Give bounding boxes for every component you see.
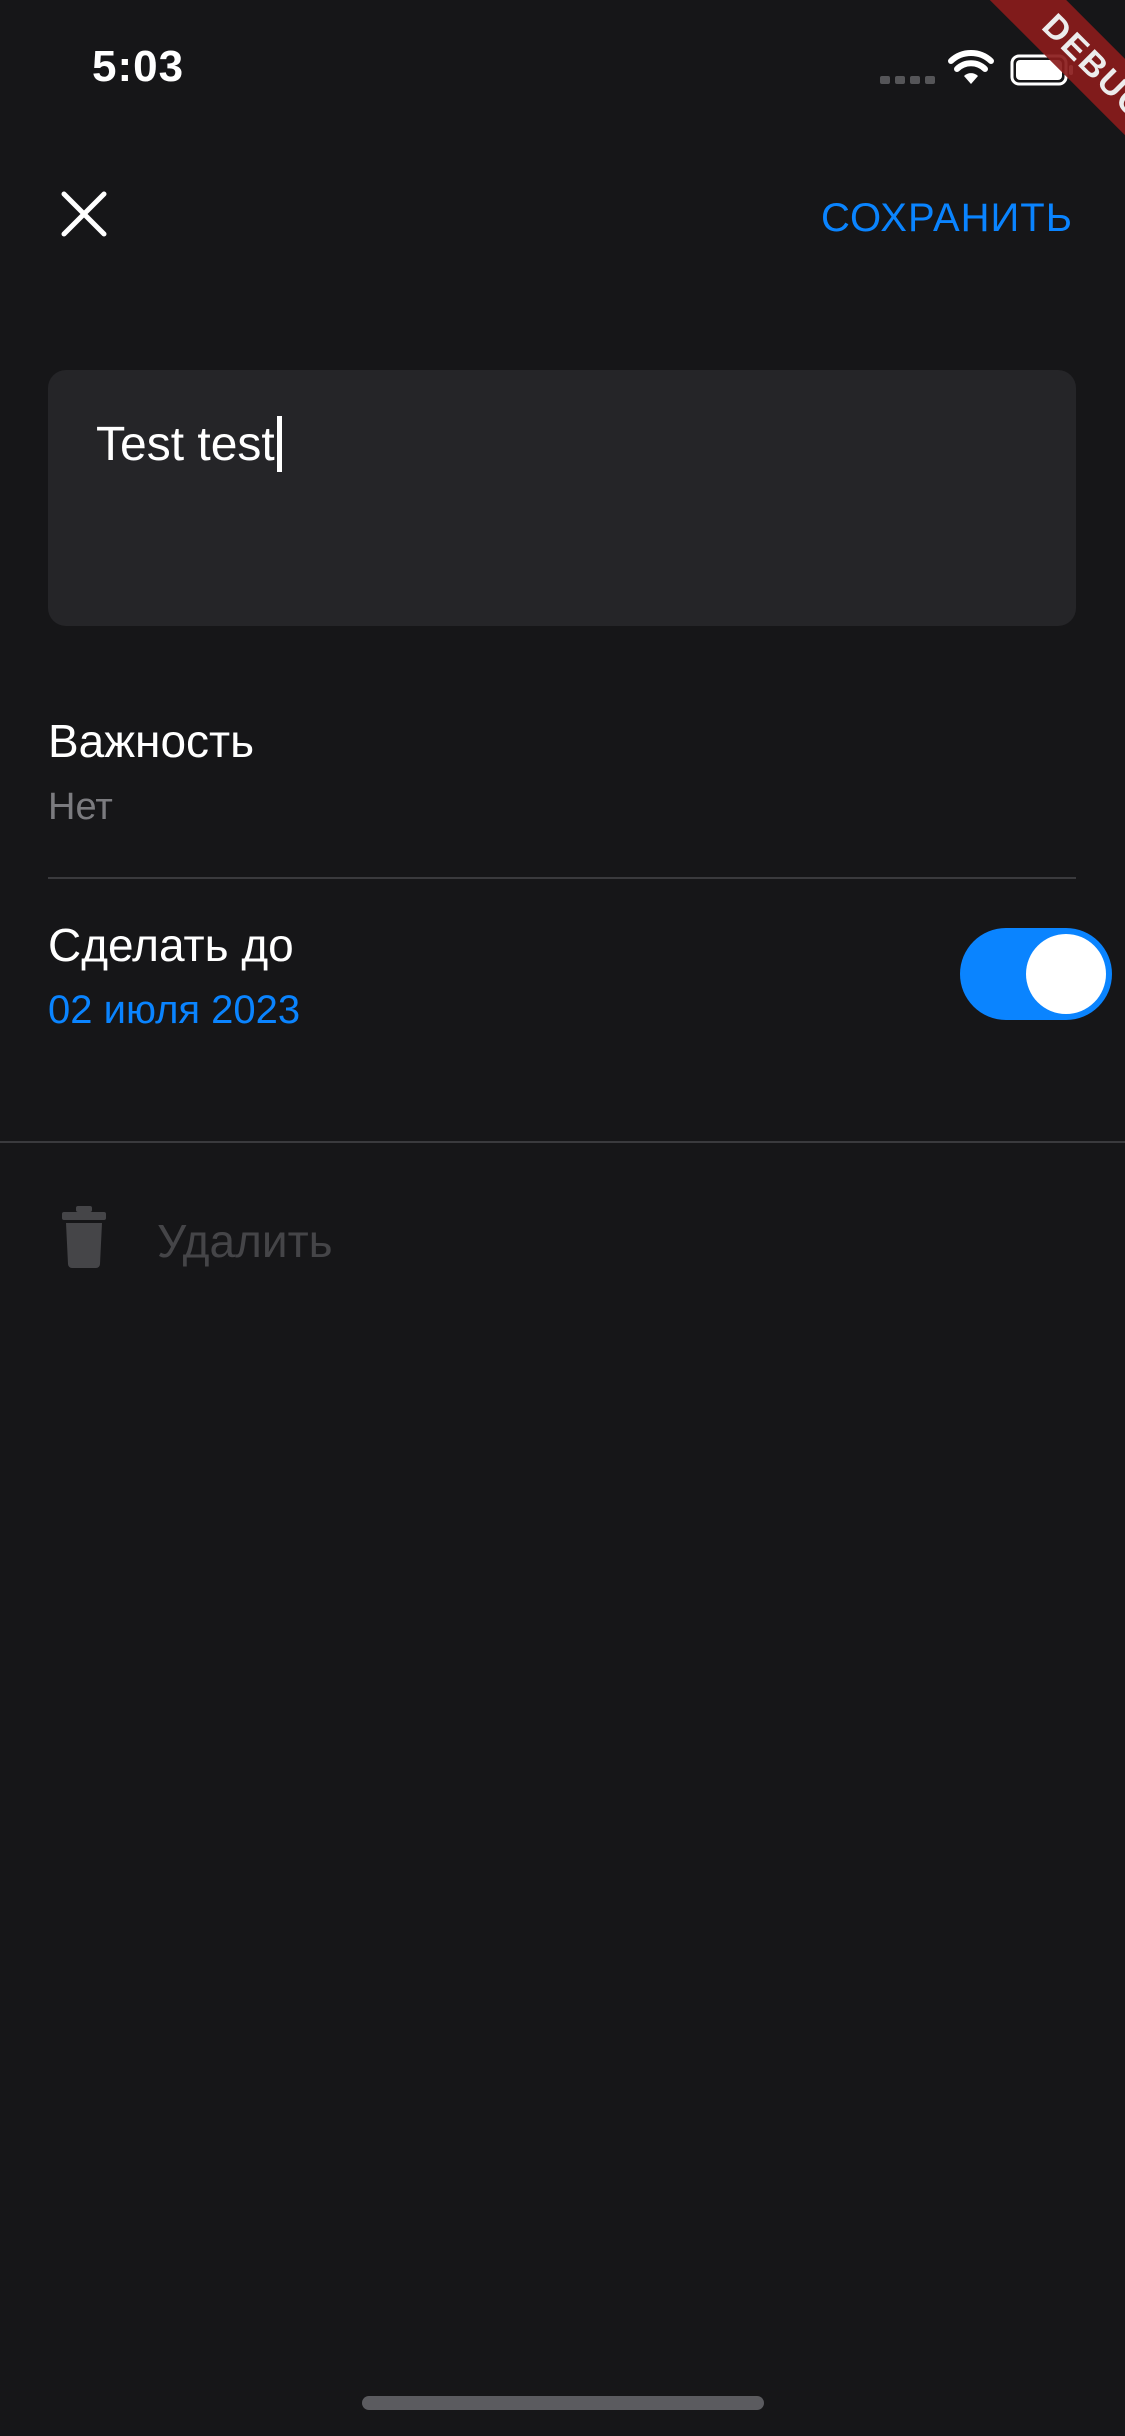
section-divider [0, 1141, 1125, 1143]
status-time: 5:03 [92, 42, 185, 91]
task-text-value: Test test [96, 416, 282, 472]
debug-banner: DEBUG [925, 0, 1125, 200]
deadline-date[interactable]: 02 июля 2023 [48, 988, 300, 1033]
debug-banner-label: DEBUG [969, 0, 1125, 193]
toggle-knob [1026, 934, 1106, 1014]
text-cursor [276, 416, 282, 472]
divider [48, 877, 1076, 879]
importance-value[interactable]: Нет [48, 786, 113, 829]
home-indicator[interactable] [362, 2396, 764, 2410]
task-text-field[interactable]: Test test [48, 370, 1076, 626]
deadline-label: Сделать до [48, 919, 294, 971]
close-button[interactable] [50, 180, 118, 248]
delete-button[interactable]: Удалить [60, 1206, 560, 1274]
deadline-toggle[interactable] [960, 928, 1112, 1020]
trash-icon [62, 1206, 106, 1268]
close-icon [61, 191, 107, 237]
importance-label[interactable]: Важность [48, 714, 254, 768]
delete-label: Удалить [157, 1215, 333, 1267]
save-button[interactable]: СОХРАНИТЬ [821, 196, 1073, 241]
task-text: Test test [96, 418, 275, 471]
